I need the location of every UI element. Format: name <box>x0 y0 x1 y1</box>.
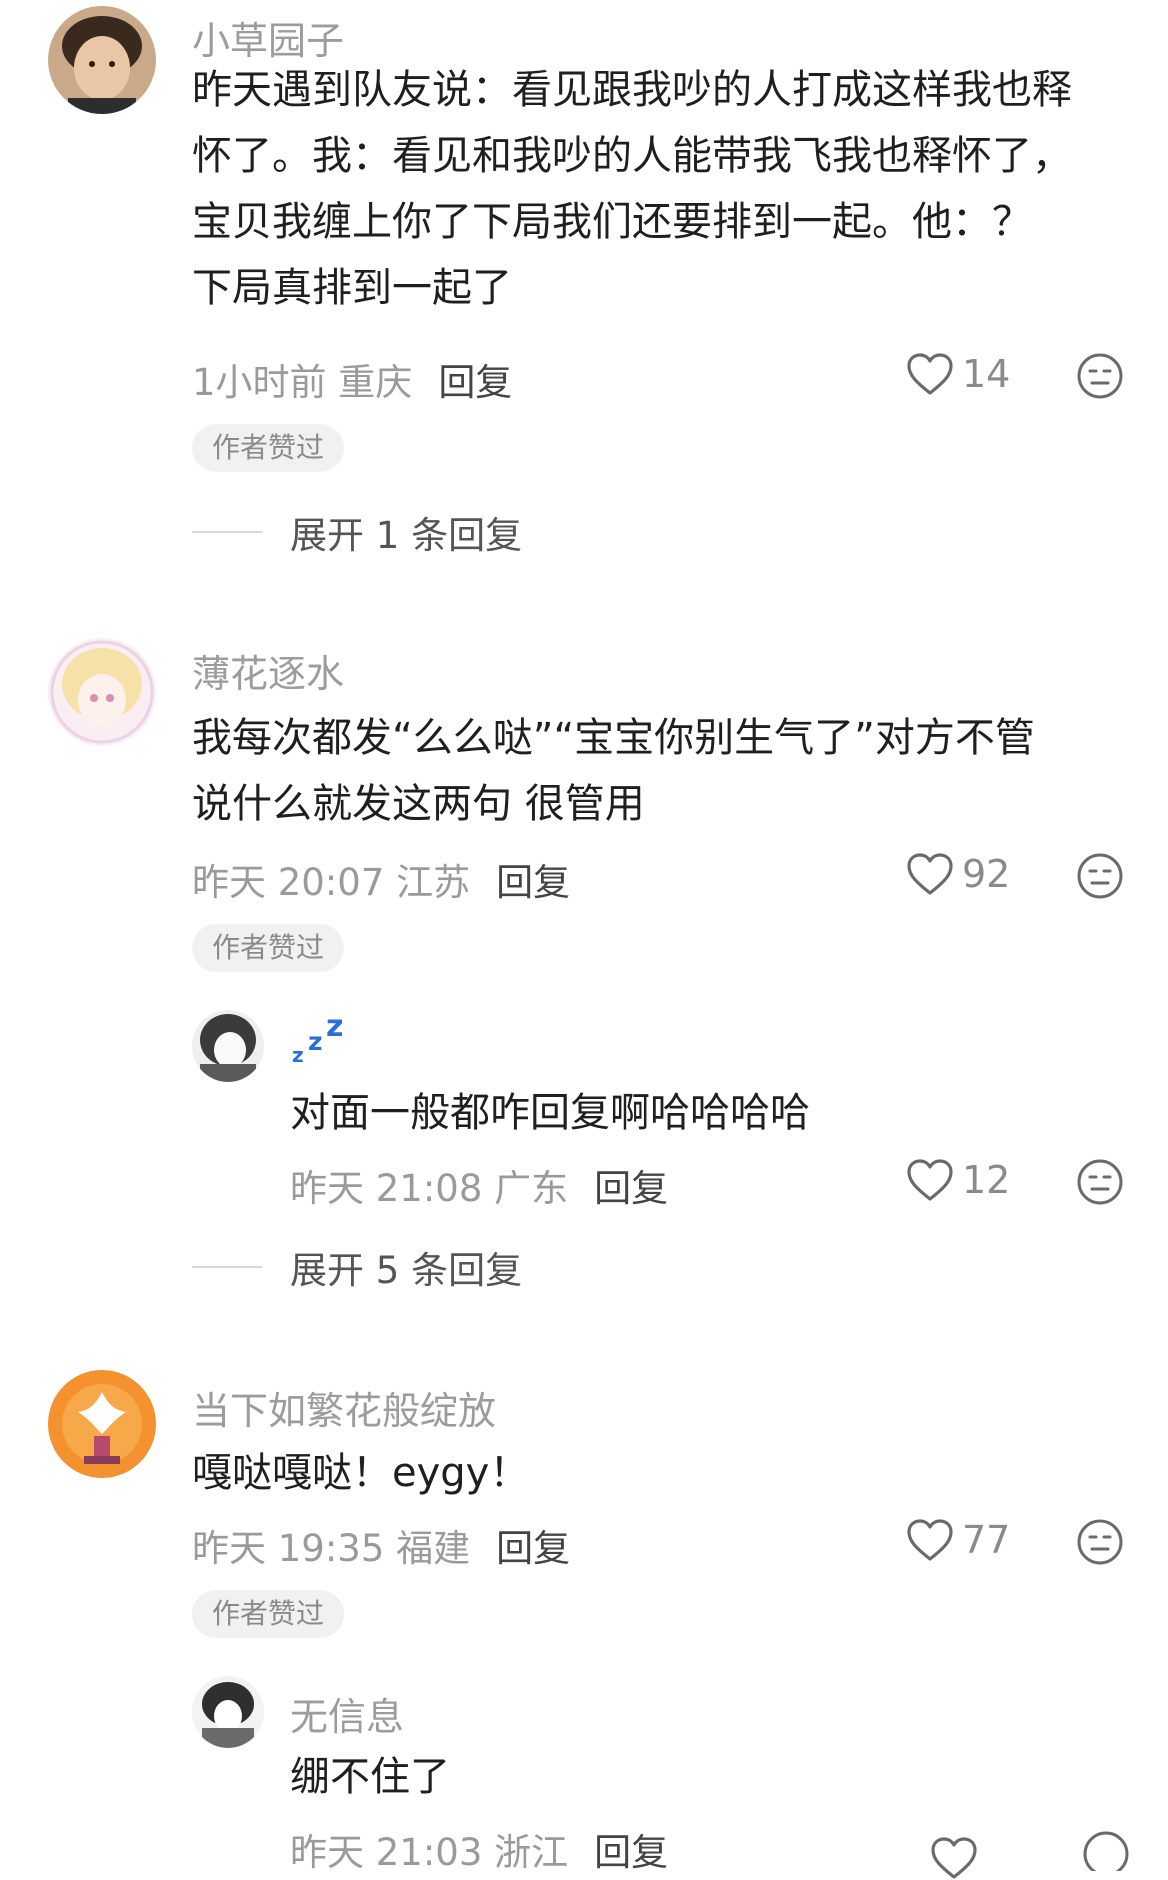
comment-meta: 昨天 20:07 江苏 回复 <box>192 852 570 906</box>
meh-face-icon[interactable] <box>1076 852 1124 900</box>
reply-meta: 昨天 21:03 浙江 回复 <box>290 1822 668 1876</box>
divider <box>192 1266 262 1268</box>
like-button[interactable] <box>930 1836 986 1880</box>
reply-button[interactable]: 回复 <box>496 1527 570 1570</box>
like-count: 77 <box>962 1518 1011 1562</box>
reply-button[interactable]: 回复 <box>438 361 512 404</box>
avatar[interactable] <box>192 1010 264 1082</box>
meh-face-icon[interactable] <box>1082 1830 1130 1871</box>
heart-outline-icon <box>907 1159 953 1201</box>
like-button[interactable]: 92 <box>906 852 1010 896</box>
reply-button[interactable]: 回复 <box>594 1831 668 1874</box>
author-liked-badge: 作者赞过 <box>192 424 345 472</box>
comment-line: 我每次都发“么么哒”“宝宝你别生气了”对方不管 <box>192 715 1035 761</box>
svg-text:z: z <box>308 1027 323 1056</box>
meh-face-icon[interactable] <box>1076 1158 1124 1206</box>
reply-button[interactable]: 回复 <box>594 1167 668 1210</box>
heart-outline-icon <box>907 353 953 395</box>
comment-text: 昨天遇到队友说：看见跟我吵的人打成这样我也释 怀了。我：看见和我吵的人能带我飞我… <box>192 57 1072 321</box>
comment-line: 昨天遇到队友说：看见跟我吵的人打成这样我也释 <box>192 67 1072 113</box>
username[interactable]: z z z 💤 <box>290 1009 350 1067</box>
username[interactable]: 薄花逐水 <box>192 643 344 698</box>
svg-text:z: z <box>326 1010 343 1044</box>
meh-face-icon[interactable] <box>1076 1518 1124 1566</box>
time-location: 昨天 20:07 江苏 <box>192 861 471 904</box>
author-liked-badge: 作者赞过 <box>192 924 345 972</box>
reply-text: 对面一般都咋回复啊哈哈哈哈 <box>290 1090 810 1136</box>
time-location: 昨天 21:03 浙江 <box>290 1831 569 1874</box>
divider <box>192 531 262 533</box>
comment-line: 嘎哒嘎哒！eygy！ <box>192 1450 530 1496</box>
comment-text: 我每次都发“么么哒”“宝宝你别生气了”对方不管 说什么就发这两句 很管用 <box>192 705 1035 837</box>
zzz-icon: z z z <box>292 1009 343 1067</box>
like-count: 92 <box>962 852 1011 896</box>
like-count: 14 <box>962 352 1011 396</box>
avatar[interactable] <box>48 1370 156 1478</box>
author-liked-badge: 作者赞过 <box>192 1590 345 1638</box>
comment-text: 嘎哒嘎哒！eygy！ <box>192 1440 529 1506</box>
expand-replies[interactable]: 展开 1 条回复 <box>192 505 522 559</box>
avatar[interactable] <box>48 6 156 114</box>
time-location: 昨天 21:08 广东 <box>290 1167 569 1210</box>
reply-text: 绷不住了 <box>290 1754 450 1800</box>
like-count: 12 <box>962 1158 1011 1202</box>
heart-outline-icon <box>907 853 953 895</box>
avatar[interactable] <box>192 1676 264 1748</box>
comment-line: 怀了。我：看见和我吵的人能带我飞我也释怀了， <box>192 133 1072 179</box>
like-button[interactable]: 14 <box>906 352 1010 396</box>
svg-text:z: z <box>292 1043 304 1066</box>
comment-meta: 昨天 19:35 福建 回复 <box>192 1518 570 1572</box>
comment-line: 说什么就发这两句 很管用 <box>192 781 645 827</box>
heart-outline-icon <box>907 1519 953 1561</box>
avatar[interactable] <box>48 638 156 746</box>
username[interactable]: 当下如繁花般绽放 <box>192 1380 496 1435</box>
meh-face-icon[interactable] <box>1076 352 1124 400</box>
expand-replies[interactable]: 展开 5 条回复 <box>192 1240 522 1294</box>
time-location: 1小时前 重庆 <box>192 361 413 404</box>
heart-outline-icon <box>931 1837 977 1879</box>
expand-label: 展开 1 条回复 <box>290 514 523 557</box>
comment-meta: 1小时前 重庆 回复 <box>192 352 512 406</box>
like-button[interactable]: 12 <box>906 1158 1010 1202</box>
expand-label: 展开 5 条回复 <box>290 1249 523 1292</box>
comment-line: 下局真排到一起了 <box>192 265 512 311</box>
time-location: 昨天 19:35 福建 <box>192 1527 471 1570</box>
like-button[interactable]: 77 <box>906 1518 1010 1562</box>
username[interactable]: 无信息 <box>290 1686 404 1741</box>
comment-line: 宝贝我缠上你了下局我们还要排到一起。他：？ <box>192 199 1032 245</box>
reply-button[interactable]: 回复 <box>496 861 570 904</box>
reply-meta: 昨天 21:08 广东 回复 <box>290 1158 668 1212</box>
